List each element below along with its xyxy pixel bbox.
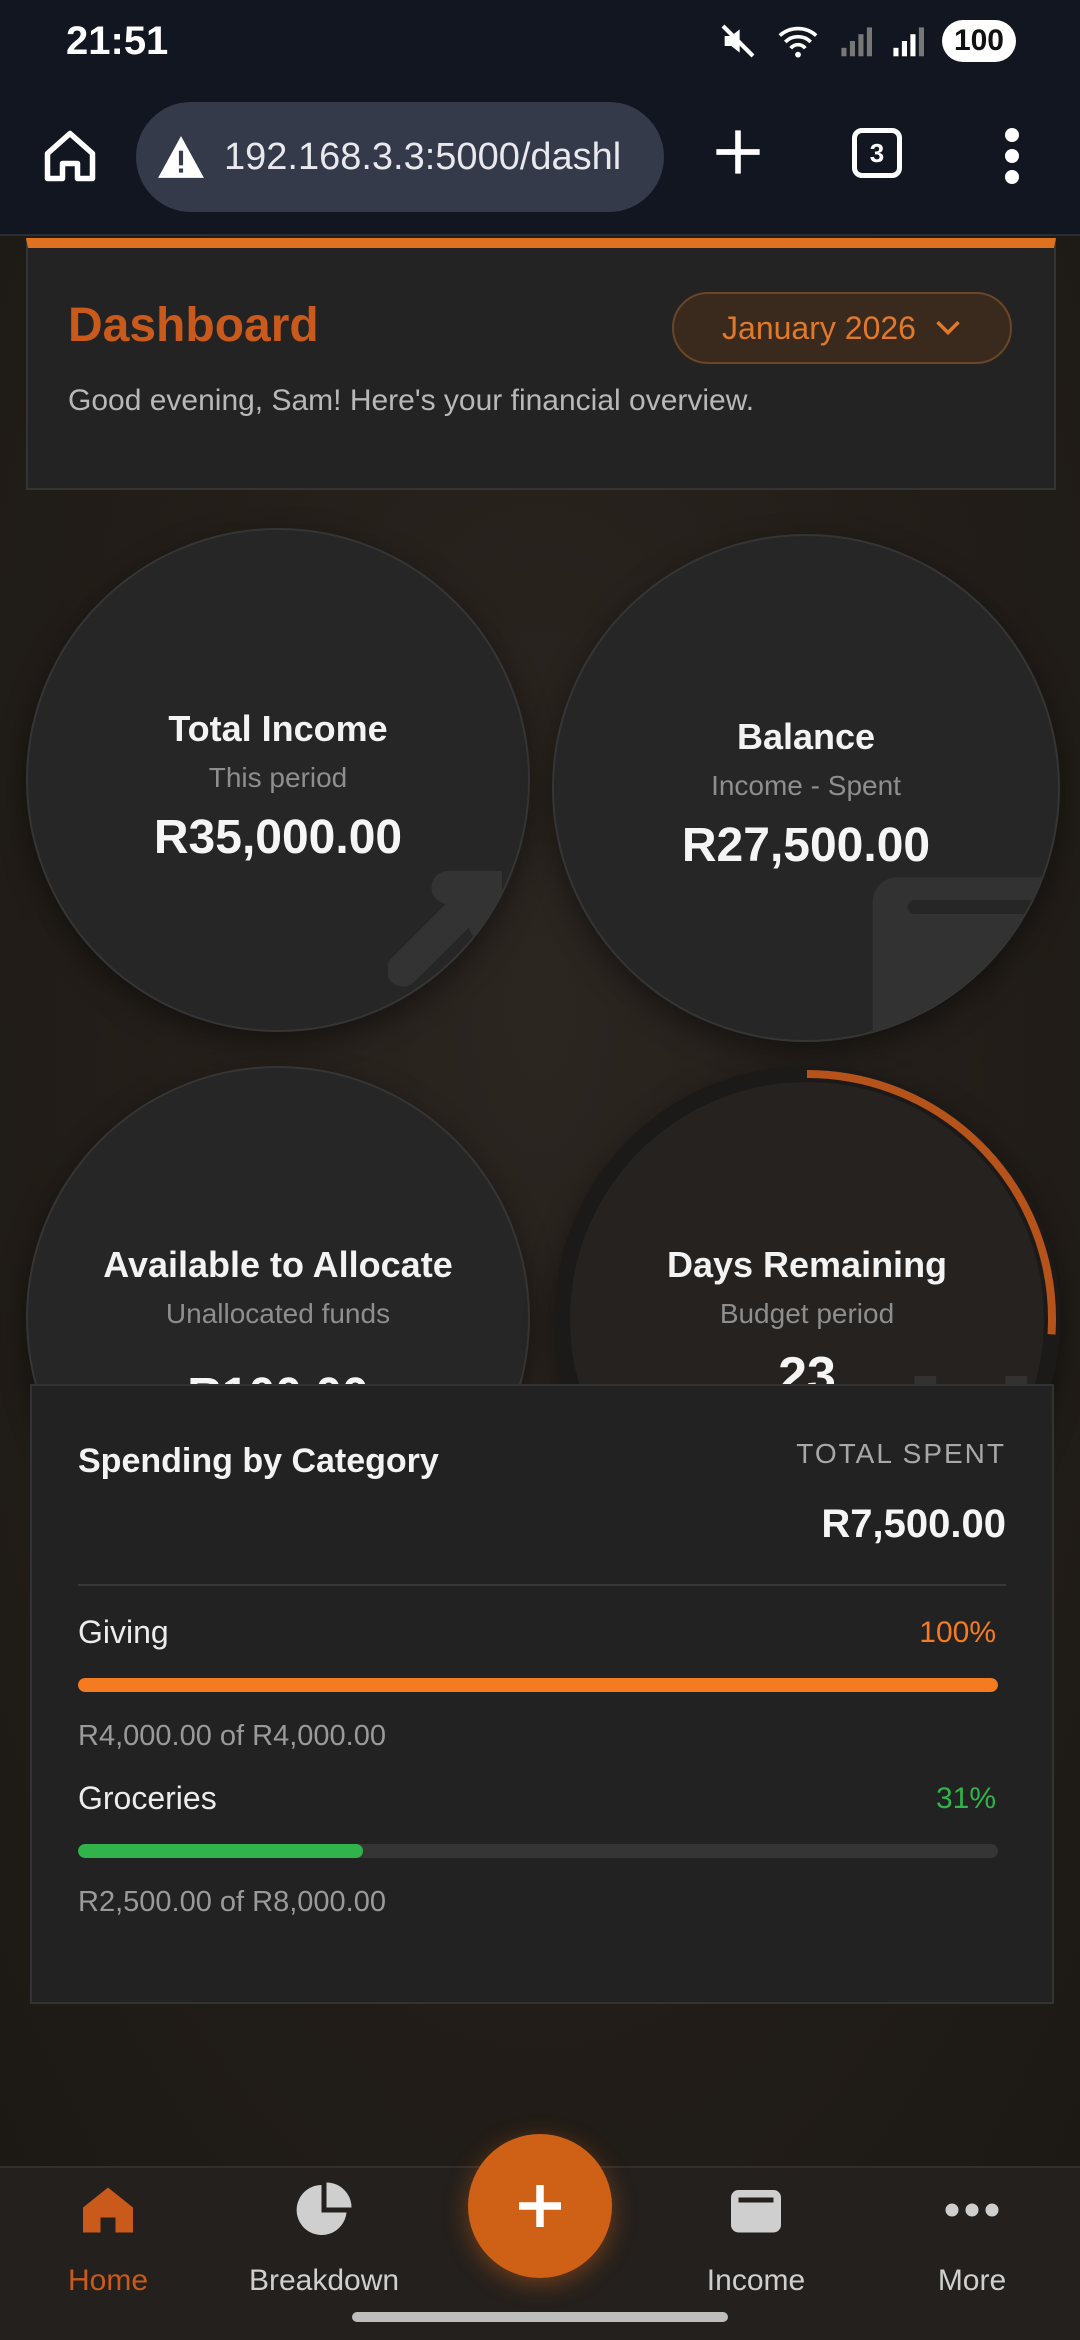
nav-breakdown[interactable]: Breakdown [224, 2168, 424, 2318]
status-bar: 21:51 100 [0, 0, 1080, 82]
page-content: Dashboard Good evening, Sam! Here's your… [0, 236, 1080, 2166]
balance-subtitle: Income - Spent [711, 770, 901, 801]
divider [78, 1584, 1006, 1586]
nav-home-label: Home [67, 2264, 149, 2297]
more-vert-icon[interactable] [1000, 128, 1024, 184]
status-time: 21:51 [66, 18, 169, 63]
total-spent-label: TOTAL SPENT [796, 1438, 1006, 1469]
status-icons: 100 [718, 20, 1016, 62]
more-horiz-icon [945, 2203, 999, 2217]
category-progress-fill [78, 1678, 998, 1692]
category-amount: R4,000.00 of R4,000.00 [78, 1720, 386, 1752]
category-name: Groceries [78, 1780, 217, 1816]
category-name: Giving [78, 1614, 169, 1650]
category-percent: 31% [935, 1782, 996, 1815]
signal-icon [893, 27, 924, 57]
url-text: 192.168.3.3:5000/dashl [224, 135, 622, 178]
nav-more[interactable]: More [872, 2168, 1072, 2318]
arrow-up-icon [388, 871, 502, 987]
chevron-down-icon [936, 320, 960, 336]
dashboard-header-card: Dashboard Good evening, Sam! Here's your… [26, 238, 1056, 490]
balance-value: R27,500.00 [681, 819, 931, 872]
total-income-value: R35,000.00 [153, 811, 403, 864]
available-subtitle: Unallocated funds [165, 1298, 391, 1329]
greeting-text: Good evening, Sam! Here's your financial… [68, 384, 755, 417]
gesture-bar [352, 2312, 728, 2322]
battery-indicator: 100 [941, 20, 1016, 62]
pie-chart-icon [296, 2182, 352, 2235]
warning-icon [158, 136, 204, 178]
signal-weak-icon [841, 27, 872, 57]
month-label: January 2026 [722, 309, 916, 346]
spending-title: Spending by Category [78, 1442, 439, 1480]
month-selector[interactable]: January 2026 [672, 292, 1012, 364]
nav-breakdown-label: Breakdown [248, 2264, 400, 2297]
balance-title: Balance [736, 716, 876, 757]
wallet-icon [872, 877, 1058, 1040]
total-income-card[interactable]: Total Income This period R35,000.00 [26, 528, 530, 1032]
category-progress-track [78, 1844, 998, 1858]
total-spent-value: R7,500.00 [821, 1502, 1006, 1546]
browser-toolbar: 192.168.3.3:5000/dashl 3 [0, 82, 1080, 236]
category-percent: 100% [919, 1616, 996, 1649]
nav-more-label: More [937, 2264, 1007, 2297]
available-title: Available to Allocate [103, 1244, 453, 1285]
home-icon[interactable] [40, 126, 100, 186]
add-transaction-button[interactable] [468, 2134, 612, 2278]
total-income-title: Total Income [168, 708, 388, 749]
home-icon [83, 2187, 133, 2233]
page-title: Dashboard [68, 299, 319, 352]
total-income-subtitle: This period [208, 762, 348, 793]
spending-by-category-card: Spending by Category TOTAL SPENT R7,500.… [30, 1384, 1054, 2004]
new-tab-icon[interactable] [712, 126, 764, 178]
nav-income-label: Income [706, 2264, 806, 2297]
category-amount: R2,500.00 of R8,000.00 [78, 1886, 386, 1918]
address-bar[interactable]: 192.168.3.3:5000/dashl [136, 102, 664, 212]
tab-switcher-button[interactable]: 3 [852, 128, 902, 178]
category-progress-fill [78, 1844, 364, 1858]
category-progress-track [78, 1678, 998, 1692]
nav-income[interactable]: Income [656, 2168, 856, 2318]
nav-home[interactable]: Home [8, 2168, 208, 2318]
wifi-icon [778, 26, 818, 58]
mute-icon [721, 24, 755, 58]
balance-card[interactable]: Balance Income - Spent R27,500.00 [552, 534, 1060, 1042]
wallet-icon [731, 2190, 781, 2233]
plus-icon [519, 2185, 561, 2227]
